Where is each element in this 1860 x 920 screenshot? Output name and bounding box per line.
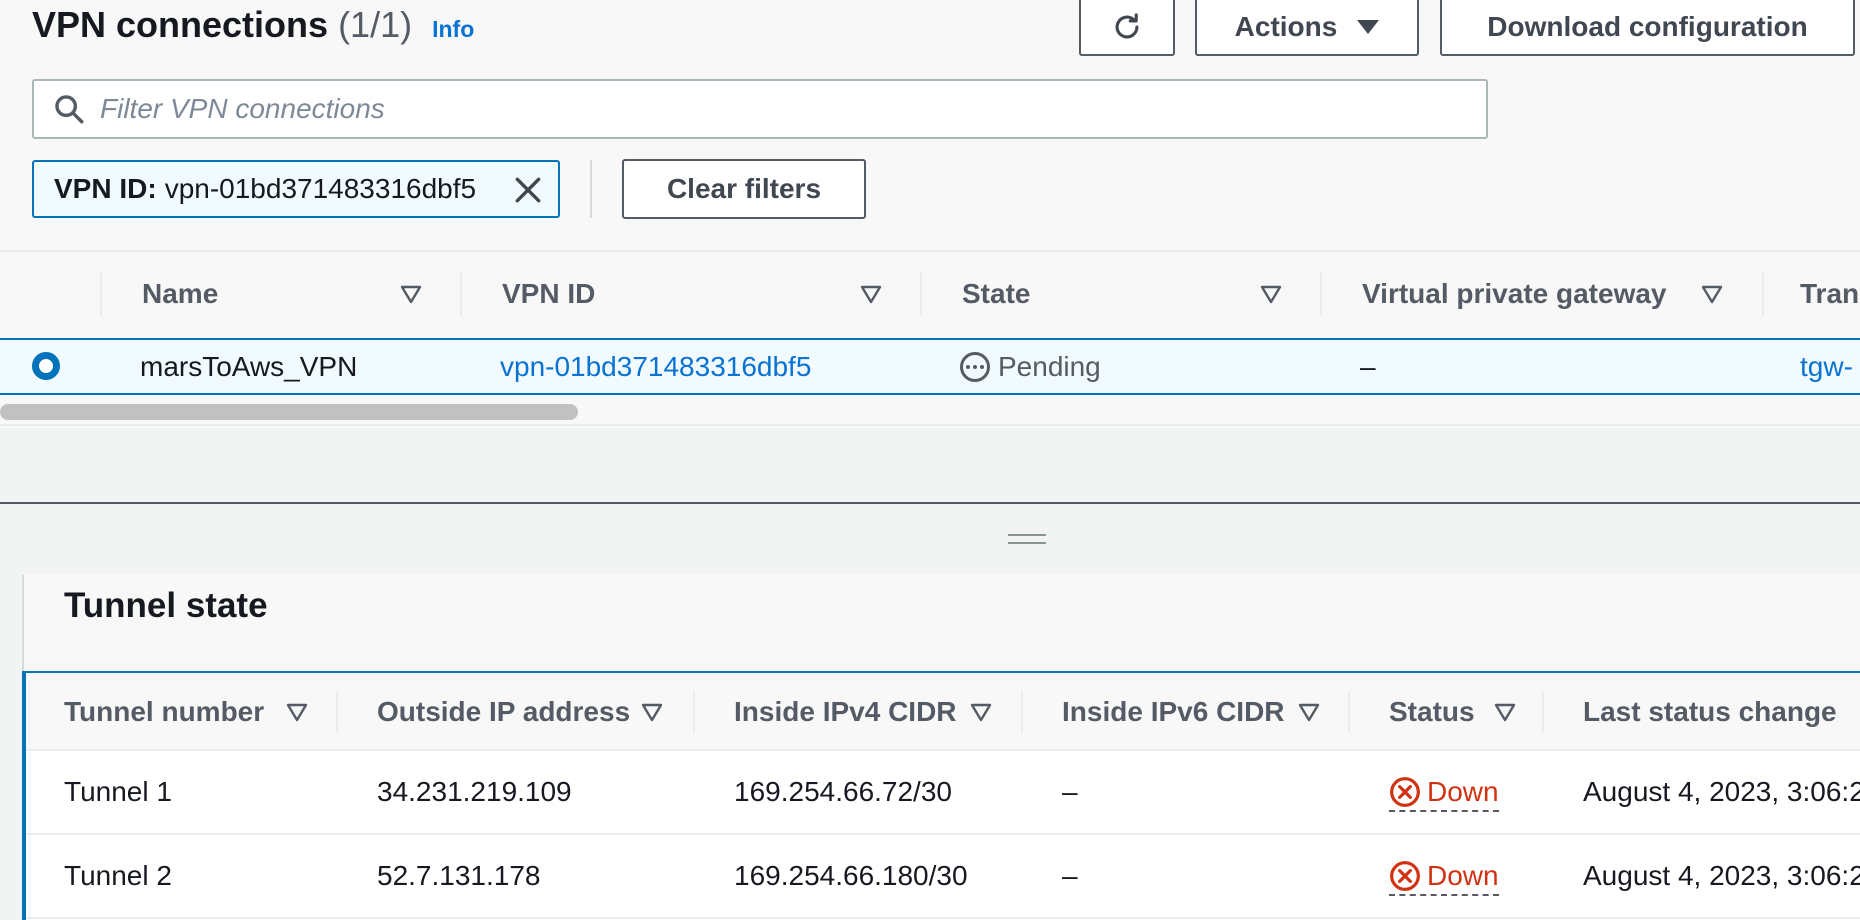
column-separator [100, 272, 102, 316]
tunnel-state-title: Tunnel state [64, 586, 268, 625]
scrollbar-thumb[interactable] [0, 404, 578, 420]
table-row: Tunnel 1 34.231.219.109 169.254.66.72/30… [26, 751, 1860, 835]
row-select-radio[interactable] [32, 352, 60, 380]
sort-icon[interactable] [1494, 701, 1516, 723]
state-text: Pending [998, 350, 1101, 382]
table-row[interactable]: marsToAws_VPN vpn-01bd371483316dbf5 Pend… [0, 338, 1860, 395]
outside-ip-cell: 52.7.131.178 [377, 860, 541, 891]
virtual-private-gateway-cell: – [1360, 350, 1376, 382]
column-header-inside-ipv6[interactable]: Inside IPv6 CIDR [1062, 673, 1285, 751]
download-configuration-button[interactable]: Download configuration [1440, 0, 1855, 56]
error-icon [1390, 861, 1420, 891]
status-text: Down [1427, 776, 1499, 807]
column-separator [336, 691, 338, 733]
title-row: VPN connections (1/1) Info [32, 4, 474, 46]
sort-icon[interactable] [641, 701, 663, 723]
filter-token-value: vpn-01bd371483316dbf5 [164, 173, 477, 204]
status-text: Down [1427, 860, 1499, 891]
sort-icon[interactable] [1260, 283, 1282, 305]
column-separator [1021, 691, 1023, 733]
info-link[interactable]: Info [432, 16, 474, 43]
search-input[interactable] [100, 93, 1400, 125]
vpn-table-header: Name VPN ID State Virtual private gatewa… [0, 252, 1860, 336]
close-icon[interactable] [512, 174, 544, 206]
page-header: VPN connections (1/1) Info Actions Downl… [0, 0, 1860, 250]
column-separator [693, 691, 695, 733]
page-title: VPN connections [32, 4, 329, 45]
column-header-virtual-private-gateway[interactable]: Virtual private gateway [1362, 252, 1667, 336]
tunnel-panel-header [22, 575, 1860, 671]
column-separator [460, 272, 462, 316]
status-badge[interactable]: Down [1389, 776, 1499, 812]
column-separator [920, 272, 922, 316]
filter-token: VPN ID: vpn-01bd371483316dbf5 [32, 160, 560, 218]
inside-ipv4-cell: 169.254.66.180/30 [734, 860, 968, 891]
sort-icon[interactable] [970, 701, 992, 723]
sort-icon[interactable] [1701, 283, 1723, 305]
caret-down-icon [1357, 20, 1380, 34]
column-header-tunnel-number[interactable]: Tunnel number [64, 673, 264, 751]
inside-ipv4-cell: 169.254.66.72/30 [734, 776, 952, 807]
sort-icon[interactable] [1298, 701, 1320, 723]
pending-icon [960, 351, 990, 382]
inside-ipv6-cell: – [1062, 776, 1078, 807]
sort-icon[interactable] [400, 283, 422, 305]
column-separator [1348, 691, 1350, 733]
actions-label: Actions [1234, 11, 1338, 42]
status-badge[interactable]: Down [1389, 860, 1499, 896]
column-header-outside-ip[interactable]: Outside IP address [377, 673, 630, 751]
inside-ipv6-cell: – [1062, 860, 1078, 891]
drag-handle-icon[interactable] [1008, 534, 1046, 546]
tunnel-number-cell: Tunnel 1 [64, 776, 172, 807]
refresh-icon [1115, 13, 1139, 39]
empty-area [0, 428, 1860, 502]
status-cell: Down [1389, 751, 1499, 833]
last-status-change-cell: August 4, 2023, 3:06:2 [1583, 860, 1860, 891]
refresh-button[interactable] [1079, 0, 1175, 56]
column-separator [1320, 272, 1322, 316]
state-cell: Pending [960, 340, 1101, 393]
column-header-vpn-id[interactable]: VPN ID [502, 252, 595, 336]
search-icon [55, 95, 84, 124]
clear-filters-button[interactable]: Clear filters [622, 159, 866, 219]
column-header-name[interactable]: Name [142, 252, 218, 336]
vpn-name-cell: marsToAws_VPN [140, 350, 358, 382]
horizontal-scrollbar[interactable] [0, 398, 1860, 426]
outside-ip-cell: 34.231.219.109 [377, 776, 572, 807]
column-separator [1762, 272, 1764, 316]
search-box[interactable] [32, 79, 1488, 139]
sort-icon[interactable] [286, 701, 308, 723]
column-header-inside-ipv4[interactable]: Inside IPv4 CIDR [734, 673, 957, 751]
column-header-state[interactable]: State [962, 252, 1030, 336]
result-count: (1/1) [338, 4, 413, 45]
tunnel-number-cell: Tunnel 2 [64, 860, 172, 891]
column-separator [1542, 691, 1544, 733]
actions-button[interactable]: Actions [1195, 0, 1419, 56]
transit-gateway-link[interactable]: tgw- [1800, 340, 1853, 393]
column-header-status[interactable]: Status [1389, 673, 1475, 751]
column-header-transit-gateway[interactable]: Tran [1800, 252, 1859, 336]
table-row: Tunnel 2 52.7.131.178 169.254.66.180/30 … [26, 835, 1860, 919]
column-header-last-status-change[interactable]: Last status change [1583, 673, 1837, 751]
filter-token-key: VPN ID: [54, 173, 157, 204]
filter-divider [590, 160, 592, 218]
error-icon [1390, 777, 1420, 807]
last-status-change-cell: August 4, 2023, 3:06:2 [1583, 776, 1860, 807]
sort-icon[interactable] [860, 283, 882, 305]
vpn-id-link[interactable]: vpn-01bd371483316dbf5 [500, 340, 811, 393]
tunnel-table-header: Tunnel number Outside IP address Inside … [26, 673, 1860, 751]
status-cell: Down [1389, 835, 1499, 917]
